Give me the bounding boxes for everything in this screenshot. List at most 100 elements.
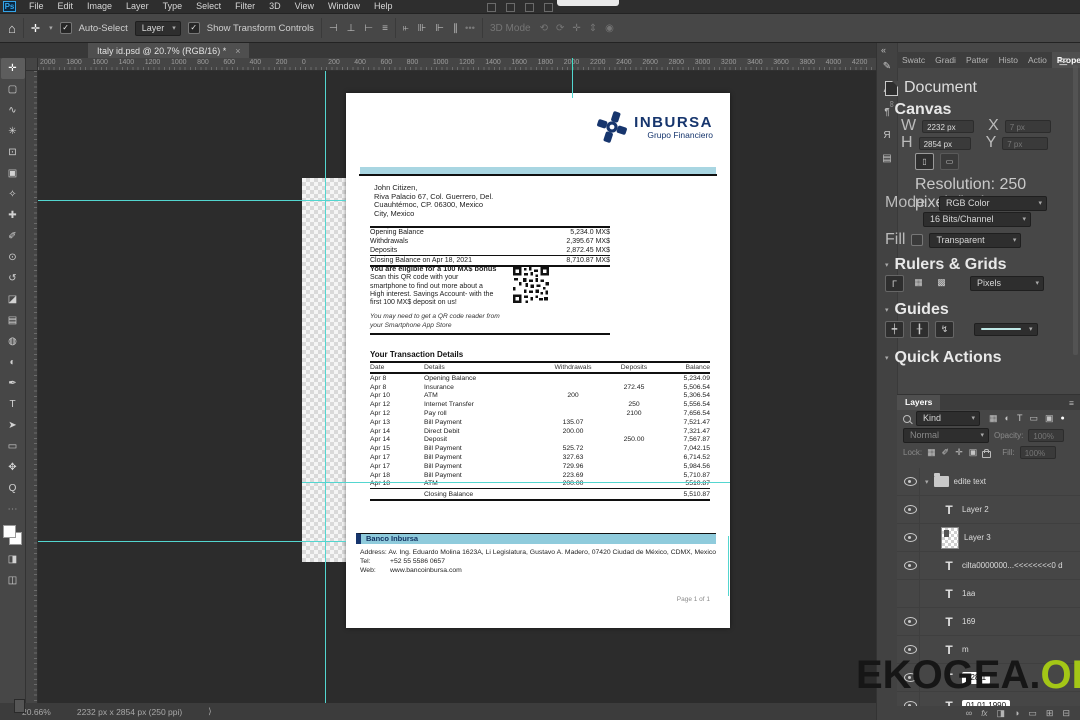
layer-name[interactable]: Layer 2 xyxy=(962,505,989,514)
layers-menu-icon[interactable]: ≡ xyxy=(1069,398,1074,408)
layer-row[interactable]: ▾ T 169 xyxy=(897,608,1080,636)
vertical-ruler[interactable] xyxy=(26,71,38,703)
move-tool-icon[interactable]: ✛ xyxy=(31,22,40,35)
guides-header[interactable]: ▾ Guides xyxy=(885,301,1072,319)
menu-item[interactable]: Type xyxy=(156,0,190,13)
fill-dropdown[interactable]: Transparent ▾ xyxy=(929,232,1022,248)
panel-tab[interactable]: Swatc xyxy=(897,52,930,68)
layer-style-icon[interactable]: fx xyxy=(981,709,987,718)
blur-tool[interactable]: ◍ xyxy=(1,331,25,352)
auto-select-checkbox[interactable]: ✓ xyxy=(59,22,72,34)
panel-tab[interactable]: Histo xyxy=(994,52,1023,68)
glyphs-panel-icon[interactable]: Я xyxy=(883,130,890,141)
path-selection-tool[interactable]: ➤ xyxy=(1,415,25,436)
landscape-icon[interactable]: ▭ xyxy=(940,153,959,170)
document-tab[interactable]: Italy id.psd @ 20.7% (RGB/16) * × xyxy=(88,43,250,58)
new-layer-icon[interactable]: ⊞ xyxy=(1046,708,1054,719)
visibility-toggle[interactable] xyxy=(901,580,920,607)
zoom-tool[interactable]: Q xyxy=(1,478,25,499)
visibility-toggle[interactable] xyxy=(901,608,920,635)
share-icon[interactable] xyxy=(525,3,534,12)
type-tool[interactable]: T xyxy=(1,394,25,415)
visibility-toggle[interactable] xyxy=(901,496,920,523)
align-right-icon[interactable]: ⊢ xyxy=(364,23,373,34)
marquee-tool[interactable]: ▢ xyxy=(1,79,25,100)
layer-name[interactable]: 1aa xyxy=(962,589,975,598)
mode-dropdown[interactable]: RGB Color ▾ xyxy=(939,195,1048,211)
layout-icon[interactable] xyxy=(506,3,515,12)
status-chevron-icon[interactable]: ⟩ xyxy=(208,706,211,717)
layer-fill-field[interactable]: 100% xyxy=(1019,446,1056,459)
healing-brush-tool[interactable]: ✚ xyxy=(1,205,25,226)
frame-tool[interactable]: ▣ xyxy=(1,163,25,184)
pen-tool[interactable]: ✒ xyxy=(1,373,25,394)
rulers-grids-header[interactable]: ▾ Rulers & Grids xyxy=(885,256,1072,274)
menu-item[interactable]: View xyxy=(288,0,321,13)
screen-mode-button[interactable]: ◫ xyxy=(1,570,25,591)
auto-select-target-dropdown[interactable]: Layer ▾ xyxy=(134,20,181,36)
show-transform-checkbox[interactable]: ✓ xyxy=(187,22,200,34)
libraries-panel-icon[interactable]: ▤ xyxy=(882,153,891,164)
guides-toggle-icon[interactable]: ┿ xyxy=(885,321,904,338)
visibility-toggle[interactable] xyxy=(901,468,920,495)
layer-row[interactable]: ▾ T edite text xyxy=(897,468,1080,496)
guides-clear-icon[interactable]: ↯ xyxy=(935,321,954,338)
photoshop-logo-icon[interactable]: Ps xyxy=(3,1,16,12)
hand-tool[interactable]: ✥ xyxy=(1,457,25,478)
quick-actions-header[interactable]: ▾ Quick Actions xyxy=(885,349,1072,367)
align-left-icon[interactable]: ⊣ xyxy=(329,23,338,34)
lock-transparency-icon[interactable]: ▦ xyxy=(927,447,936,458)
ruler-toggle-icon[interactable]: Γ xyxy=(885,275,904,292)
lock-paint-icon[interactable]: ✐ xyxy=(942,447,950,458)
camera-3d-icon[interactable]: ◉ xyxy=(605,23,614,34)
history-brush-tool[interactable]: ↺ xyxy=(1,268,25,289)
lock-all-icon[interactable] xyxy=(982,448,992,458)
layer-name[interactable]: cilta0000000...<<<<<<<<0 d xyxy=(962,561,1063,570)
brush-tool[interactable]: ✐ xyxy=(1,226,25,247)
layer-name[interactable]: edite text xyxy=(954,477,986,486)
menu-item[interactable]: Window xyxy=(321,0,367,13)
menu-item[interactable]: Image xyxy=(80,0,119,13)
bit-depth-dropdown[interactable]: 16 Bits/Channel ▾ xyxy=(923,212,1031,227)
expand-panels-icon[interactable]: « xyxy=(881,45,886,55)
layer-name[interactable]: Layer 3 xyxy=(964,533,991,542)
distribute-vertical-icon[interactable]: ∥ xyxy=(453,23,458,34)
menu-item[interactable]: Layer xyxy=(119,0,156,13)
panel-tab[interactable]: Actio xyxy=(1023,52,1052,68)
canvas-y-field[interactable]: 7 px xyxy=(1002,136,1049,150)
roll-3d-icon[interactable]: ⟳ xyxy=(556,23,564,34)
brushes-panel-icon[interactable]: ✎ xyxy=(883,61,891,72)
quick-selection-tool[interactable]: ✳ xyxy=(1,121,25,142)
pan-3d-icon[interactable]: ✛ xyxy=(572,23,580,34)
workspace-icon[interactable] xyxy=(487,3,496,12)
canvas-width-field[interactable]: 2232 px xyxy=(922,119,975,133)
snap-toggle-icon[interactable]: ▩ xyxy=(933,275,950,290)
distribute-left-icon[interactable]: ⫦ xyxy=(403,23,409,34)
layer-row[interactable]: ▾ T Layer 2 xyxy=(897,496,1080,524)
menu-item[interactable]: Filter xyxy=(228,0,262,13)
filter-toggle-icon[interactable]: ● xyxy=(1060,415,1064,422)
eraser-tool[interactable]: ◪ xyxy=(1,289,25,310)
tool-preset-caret-icon[interactable]: ▾ xyxy=(49,24,53,32)
horizontal-ruler[interactable]: 2000 1800 1600 1400 1200 1000 800 600 400 200 0 200… xyxy=(38,58,876,71)
clone-stamp-tool[interactable]: ⊙ xyxy=(1,247,25,268)
eyedropper-tool[interactable]: ✧ xyxy=(1,184,25,205)
move-tool[interactable]: ✛ xyxy=(0,58,25,79)
visibility-toggle[interactable] xyxy=(901,524,920,551)
gradient-tool[interactable]: ▤ xyxy=(1,310,25,331)
rectangle-tool[interactable]: ▭ xyxy=(1,436,25,457)
canvas-x-field[interactable]: 7 px xyxy=(1004,119,1051,133)
home-icon[interactable]: ⌂ xyxy=(8,21,16,36)
foreground-color-swatch[interactable] xyxy=(2,525,16,538)
filter-kind-dropdown[interactable]: Kind ▾ xyxy=(916,411,980,426)
crop-tool[interactable]: ⊡ xyxy=(1,142,25,163)
zoom-level[interactable]: 20.66% xyxy=(22,707,51,717)
ruler-units-dropdown[interactable]: Pixels ▾ xyxy=(970,276,1044,291)
adjustment-layer-icon[interactable]: ◑ xyxy=(1014,708,1019,718)
filter-smart-object-icon[interactable]: ▣ xyxy=(1045,413,1054,424)
dodge-tool[interactable]: ◐ xyxy=(1,352,25,373)
close-tab-icon[interactable]: × xyxy=(235,46,240,56)
menu-item[interactable]: Select xyxy=(189,0,228,13)
panel-scrollbar[interactable] xyxy=(1073,65,1078,355)
lock-position-icon[interactable]: ✛ xyxy=(955,447,963,458)
